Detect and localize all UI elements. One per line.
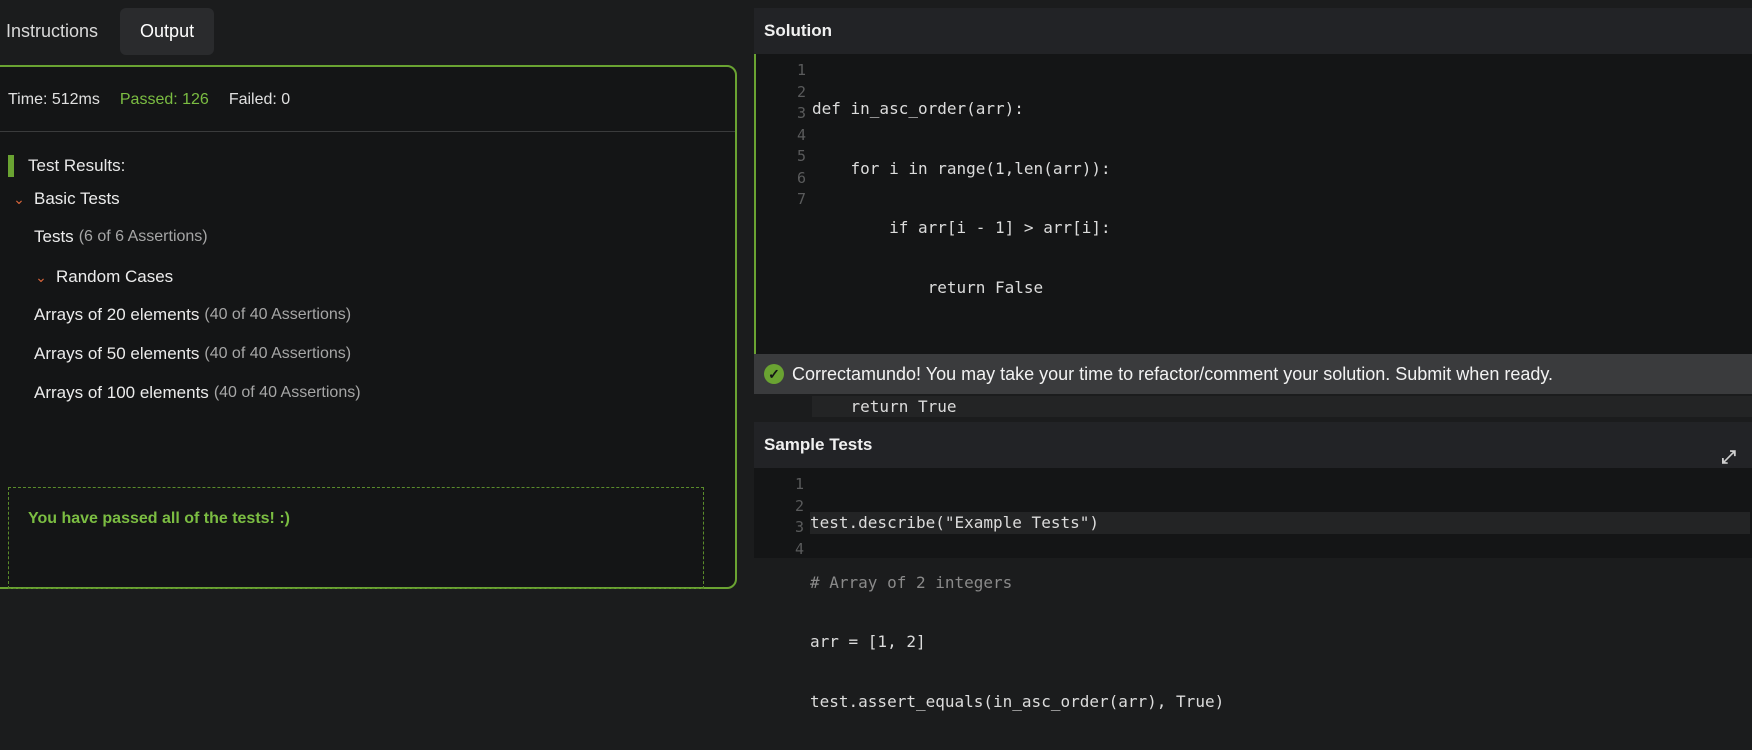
tree-item-label: Random Cases	[56, 267, 174, 286]
line-number-gutter: 1 2 3 4	[754, 474, 804, 560]
output-pane: Instructions Output Time: 512ms Passed: …	[0, 0, 1289, 589]
tree-item-label: Arrays of 20 elements	[34, 305, 200, 324]
line-number: 1	[794, 475, 804, 493]
tab-instructions[interactable]: Instructions	[0, 8, 118, 55]
accent-bar	[8, 155, 14, 177]
code-line: return False	[812, 277, 1044, 297]
sample-tests-editor[interactable]: 1 2 3 4 test.describe("Example Tests") #…	[754, 468, 1752, 711]
assertion-count: (40 of 40 Assertions)	[204, 345, 352, 362]
line-number: 2	[794, 496, 804, 515]
code-line: def in_asc_order(arr):	[812, 99, 1024, 118]
line-number: 7	[796, 190, 806, 208]
failed-stat: Failed: 0	[228, 91, 291, 108]
code-line-current: test.describe("Example Tests")	[810, 512, 1750, 534]
results-heading-label: Test Results:	[28, 156, 126, 175]
code-line: arr = [1, 2]	[810, 632, 926, 651]
time-stat: Time: 512ms	[8, 91, 100, 108]
line-number: 4	[794, 539, 804, 558]
tree-item-tests[interactable]: › Tests (6 of 6 Assertions)	[34, 227, 1289, 251]
code-line: test.assert_equals(in_asc_order(arr), Tr…	[810, 691, 1225, 711]
line-number: 2	[796, 82, 806, 101]
code-line: for i in range(1,len(arr)):	[812, 158, 1111, 178]
tree-item-arrays-20[interactable]: › Arrays of 20 elements (40 of 40 Assert…	[34, 305, 1289, 329]
tree-item-label: Arrays of 100 elements	[34, 383, 209, 402]
passed-stat: Passed: 126	[119, 91, 209, 108]
pass-message-box: You have passed all of the tests! :)	[8, 487, 704, 589]
code-line: if arr[i - 1] > arr[i]:	[812, 218, 1111, 237]
tab-bar: Instructions Output	[0, 8, 215, 55]
chevron-down-icon: ⌄	[13, 190, 25, 207]
solution-header: Solution	[754, 8, 1752, 54]
solution-title: Solution	[764, 21, 832, 40]
line-number: 1	[796, 61, 806, 79]
success-banner: ✓ Correctamundo! You may take your time …	[754, 354, 1752, 394]
pass-message: You have passed all of the tests! :)	[28, 510, 290, 527]
editor-pane: Solution 1 2 3 4 5 6 7 def in_asc_order(…	[754, 8, 1752, 711]
tab-output[interactable]: Output	[120, 8, 215, 55]
test-stats: Time: 512ms Passed: 126 Failed: 0	[8, 91, 290, 109]
divider	[0, 131, 735, 132]
line-number: 3	[794, 518, 804, 536]
tree-item-random-cases[interactable]: ⌄ Random Cases	[34, 267, 173, 287]
success-message: Correctamundo! You may take your time to…	[792, 363, 1554, 384]
line-number-gutter: 1 2 3 4 5 6 7	[756, 60, 806, 211]
tree-item-label: Basic Tests	[34, 189, 120, 208]
line-number: 3	[796, 104, 806, 122]
assertion-count: (40 of 40 Assertions)	[213, 384, 361, 401]
line-number: 4	[796, 125, 806, 144]
results-heading: Test Results:	[8, 155, 125, 177]
test-output-box: Time: 512ms Passed: 126 Failed: 0 Test R…	[0, 65, 1289, 589]
tree-item-label: Tests	[34, 227, 74, 246]
check-circle-icon: ✓	[764, 364, 784, 384]
chevron-down-icon: ⌄	[35, 268, 47, 285]
sample-tests-header: Sample Tests ⤢	[754, 422, 1752, 468]
tree-item-basic-tests[interactable]: ⌄ Basic Tests	[12, 189, 120, 209]
code-line: # Array of 2 integers	[810, 572, 1013, 592]
line-number: 6	[796, 168, 806, 187]
sample-tests-code[interactable]: test.describe("Example Tests") # Array o…	[810, 474, 1750, 750]
sample-tests-title: Sample Tests	[764, 435, 873, 454]
tree-item-label: Arrays of 50 elements	[34, 344, 200, 363]
line-number: 5	[796, 147, 806, 165]
code-line-current: return True	[812, 395, 1752, 417]
tree-item-arrays-50[interactable]: › Arrays of 50 elements (40 of 40 Assert…	[34, 344, 1289, 368]
assertion-count: (40 of 40 Assertions)	[204, 306, 352, 323]
assertion-count: (6 of 6 Assertions)	[78, 228, 208, 245]
solution-editor[interactable]: 1 2 3 4 5 6 7 def in_asc_order(arr): for…	[754, 54, 1752, 417]
sample-tests-panel: Sample Tests ⤢ 1 2 3 4 test.describe("Ex…	[754, 422, 1752, 711]
tree-item-arrays-100[interactable]: › Arrays of 100 elements (40 of 40 Asser…	[34, 383, 1289, 407]
